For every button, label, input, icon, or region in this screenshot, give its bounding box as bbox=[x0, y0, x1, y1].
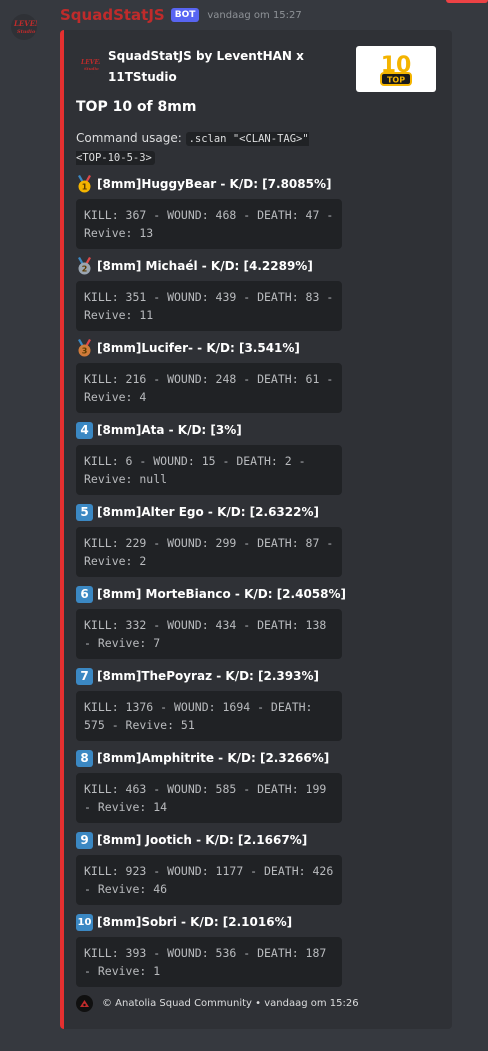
bronze-medal-icon: 3 bbox=[78, 339, 91, 357]
bot-avatar[interactable]: LEVEN Studio bbox=[11, 14, 37, 40]
keycap-10-icon: 10 bbox=[76, 913, 93, 931]
author-logo-icon: LEVEN Studio bbox=[80, 54, 105, 74]
gold-medal-icon: 1 bbox=[78, 175, 91, 193]
entry-stats-codeblock: KILL: 463 - WOUND: 585 - DEATH: 199 - Re… bbox=[76, 773, 342, 823]
embed-card: LEVEN Studio SquadStatJS by LeventHAN x … bbox=[60, 30, 452, 1029]
svg-text:LEVEN: LEVEN bbox=[13, 19, 37, 28]
leaderboard-entry: 4 [8mm]Ata - K/D: [3%] KILL: 6 - WOUND: 15… bbox=[76, 421, 342, 495]
leaderboard-entry: 5 [8mm]Alter Ego - K/D: [2.6322%] KILL: 22… bbox=[76, 503, 342, 577]
description-prefix: Command usage: bbox=[76, 131, 182, 145]
embed-thumbnail[interactable]: 10 TOP bbox=[356, 46, 436, 92]
leaderboard-entry: 7 [8mm]ThePoyraz - K/D: [2.393%] KILL: 137… bbox=[76, 667, 342, 741]
anatolia-logo-icon bbox=[76, 995, 93, 1012]
message-timestamp[interactable]: vandaag om 15:27 bbox=[207, 10, 301, 21]
entry-name: [8mm]Alter Ego - K/D: [2.6322%] bbox=[97, 505, 319, 519]
entry-name: [8mm] Michaél - K/D: [4.2289%] bbox=[97, 259, 313, 273]
bot-badge: BOT bbox=[170, 8, 200, 22]
leaderboard-entry: 8 [8mm]Amphitrite - K/D: [2.3266%] KILL: 4… bbox=[76, 749, 342, 823]
entry-name: [8mm]ThePoyraz - K/D: [2.393%] bbox=[97, 669, 319, 683]
entry-stats-codeblock: KILL: 6 - WOUND: 15 - DEATH: 2 - Revive:… bbox=[76, 445, 342, 495]
entry-header: 5 [8mm]Alter Ego - K/D: [2.6322%] bbox=[76, 503, 340, 521]
keycap-7-icon: 7 bbox=[76, 667, 93, 685]
embed-author-name: SquadStatJS by LeventHAN x 11TStudio bbox=[108, 49, 304, 84]
entry-header: 9 [8mm] Jootich - K/D: [2.1667%] bbox=[76, 831, 340, 849]
leaderboard-entry: 1 [8mm]HuggyBear - K/D: [7.8085%] KILL: 36… bbox=[76, 175, 342, 249]
entry-header: 3 [8mm]Lucifer- - K/D: [3.541%] bbox=[76, 339, 340, 357]
entry-name: [8mm] MorteBianco - K/D: [2.4058%] bbox=[97, 587, 346, 601]
entry-name: [8mm] Jootich - K/D: [2.1667%] bbox=[97, 833, 308, 847]
message-header: SquadStatJS BOT vandaag om 15:27 bbox=[60, 6, 302, 24]
embed-description: Command usage: .sclan "<CLAN-TAG>" <TOP-… bbox=[76, 129, 344, 167]
medal-rank-number: 3 bbox=[82, 347, 88, 356]
entry-name: [8mm]HuggyBear - K/D: [7.8085%] bbox=[97, 177, 332, 191]
entry-stats-codeblock: KILL: 367 - WOUND: 468 - DEATH: 47 - Rev… bbox=[76, 199, 342, 249]
keycap-6-icon: 6 bbox=[76, 585, 93, 603]
top-alert-strip bbox=[446, 0, 488, 3]
thumbnail-number: 10 bbox=[381, 53, 412, 78]
entry-name: [8mm]Ata - K/D: [3%] bbox=[97, 423, 242, 437]
leaderboard-entry: 9 [8mm] Jootich - K/D: [2.1667%] KILL: 923… bbox=[76, 831, 342, 905]
entry-stats-codeblock: KILL: 332 - WOUND: 434 - DEATH: 138 - Re… bbox=[76, 609, 342, 659]
entry-header: 2 [8mm] Michaél - K/D: [4.2289%] bbox=[76, 257, 340, 275]
entry-stats-codeblock: KILL: 393 - WOUND: 536 - DEATH: 187 - Re… bbox=[76, 937, 342, 987]
medal-rank-number: 1 bbox=[82, 183, 88, 192]
entry-name: [8mm]Amphitrite - K/D: [2.3266%] bbox=[97, 751, 330, 765]
leven-logo-icon: LEVEN Studio bbox=[13, 19, 37, 35]
entry-header: 4 [8mm]Ata - K/D: [3%] bbox=[76, 421, 340, 439]
footer-text: © Anatolia Squad Community • vandaag om … bbox=[102, 998, 359, 1009]
medal-rank-number: 2 bbox=[82, 265, 88, 274]
entry-header: 1 [8mm]HuggyBear - K/D: [7.8085%] bbox=[76, 175, 340, 193]
entry-stats-codeblock: KILL: 229 - WOUND: 299 - DEATH: 87 - Rev… bbox=[76, 527, 342, 577]
svg-text:LEVEN: LEVEN bbox=[80, 59, 100, 66]
entry-header: 8 [8mm]Amphitrite - K/D: [2.3266%] bbox=[76, 749, 340, 767]
keycap-4-icon: 4 bbox=[76, 421, 93, 439]
keycap-9-icon: 9 bbox=[76, 831, 93, 849]
entry-name: [8mm]Lucifer- - K/D: [3.541%] bbox=[97, 341, 300, 355]
leaderboard-entry: 2 [8mm] Michaél - K/D: [4.2289%] KILL: 351… bbox=[76, 257, 342, 331]
username[interactable]: SquadStatJS bbox=[60, 6, 165, 24]
entry-stats-codeblock: KILL: 216 - WOUND: 248 - DEATH: 61 - Rev… bbox=[76, 363, 342, 413]
top-10-icon: 10 TOP bbox=[380, 53, 412, 86]
leaderboard-entry: 3 [8mm]Lucifer- - K/D: [3.541%] KILL: 216 … bbox=[76, 339, 342, 413]
entry-header: 7 [8mm]ThePoyraz - K/D: [2.393%] bbox=[76, 667, 340, 685]
thumbnail-label: TOP bbox=[387, 76, 405, 85]
entry-name: [8mm]Sobri - K/D: [2.1016%] bbox=[97, 915, 293, 929]
svg-text:Studio: Studio bbox=[17, 29, 36, 35]
keycap-5-icon: 5 bbox=[76, 503, 93, 521]
entry-stats-codeblock: KILL: 923 - WOUND: 1177 - DEATH: 426 - R… bbox=[76, 855, 342, 905]
embed-footer: © Anatolia Squad Community • vandaag om … bbox=[76, 995, 359, 1012]
leaderboard-entry: 6 [8mm] MorteBianco - K/D: [2.4058%] KILL:… bbox=[76, 585, 346, 659]
keycap-8-icon: 8 bbox=[76, 749, 93, 767]
entry-stats-codeblock: KILL: 1376 - WOUND: 1694 - DEATH: 575 - … bbox=[76, 691, 342, 741]
entry-stats-codeblock: KILL: 351 - WOUND: 439 - DEATH: 83 - Rev… bbox=[76, 281, 342, 331]
entry-header: 10 [8mm]Sobri - K/D: [2.1016%] bbox=[76, 913, 340, 931]
embed-title: TOP 10 of 8mm bbox=[76, 99, 197, 115]
entry-header: 6 [8mm] MorteBianco - K/D: [2.4058%] bbox=[76, 585, 346, 603]
silver-medal-icon: 2 bbox=[78, 257, 91, 275]
embed-author: LEVEN Studio SquadStatJS by LeventHAN x … bbox=[80, 46, 310, 88]
leaderboard-entry: 10 [8mm]Sobri - K/D: [2.1016%] KILL: 393 -… bbox=[76, 913, 342, 987]
svg-text:Studio: Studio bbox=[84, 66, 99, 71]
